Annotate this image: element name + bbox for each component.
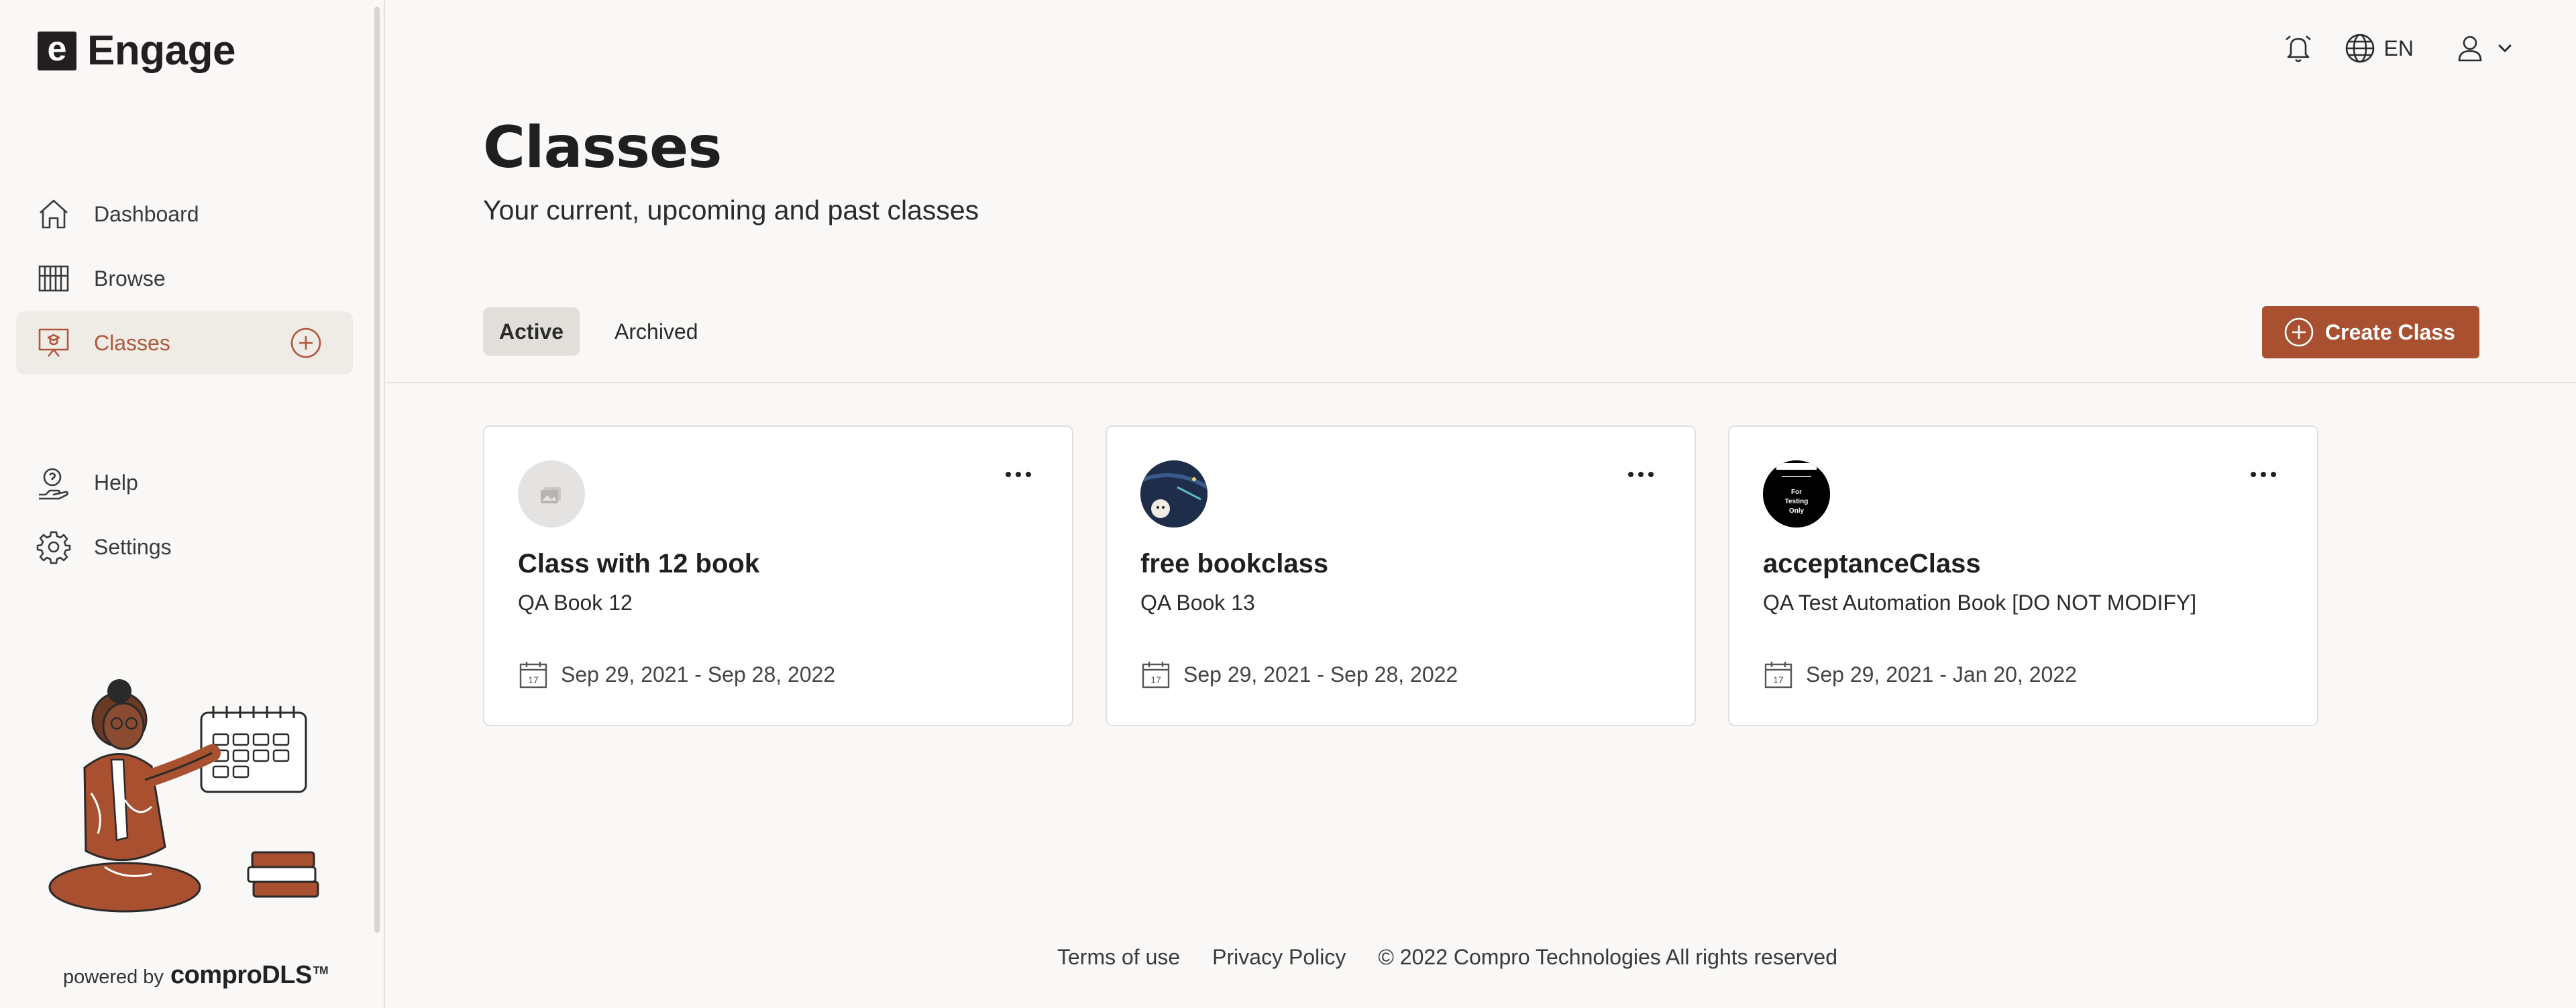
add-class-icon[interactable] xyxy=(290,327,322,359)
app-root: e Engage Dashboard Browse Classes Help S… xyxy=(0,0,2576,1008)
class-title[interactable]: Class with 12 book xyxy=(518,549,759,579)
sidebar-item-dashboard[interactable]: Dashboard xyxy=(16,183,353,246)
class-dates: 17 Sep 29, 2021 - Sep 28, 2022 xyxy=(1140,659,1458,690)
language-selector[interactable]: EN xyxy=(2344,32,2414,64)
globe-icon xyxy=(2345,34,2374,63)
calendar-day: 17 xyxy=(1773,674,1784,685)
comprodls-logo-text: comproDLS xyxy=(170,961,312,989)
class-date-range: Sep 29, 2021 - Sep 28, 2022 xyxy=(561,662,836,687)
class-date-range: Sep 29, 2021 - Jan 20, 2022 xyxy=(1806,662,2077,687)
language-label: EN xyxy=(2383,36,2414,60)
tab-active[interactable]: Active xyxy=(483,307,580,356)
card-more-button[interactable] xyxy=(2245,464,2282,485)
cover-line: For xyxy=(1791,489,1802,496)
class-title[interactable]: free bookclass xyxy=(1140,549,1328,579)
help-icon xyxy=(39,468,68,500)
class-thumbnail xyxy=(1140,460,1208,527)
calendar-icon: 17 xyxy=(519,662,547,689)
more-icon xyxy=(2251,472,2276,477)
user-icon xyxy=(2458,36,2482,62)
powered-by-label: powered by xyxy=(63,966,164,988)
books-icon xyxy=(38,265,69,292)
class-card[interactable]: For Testing Only acceptanceClass QA Test… xyxy=(1728,425,2318,726)
page-subtitle: Your current, upcoming and past classes xyxy=(483,195,979,225)
create-class-button[interactable]: Create Class xyxy=(2262,306,2479,358)
sidebar-item-settings[interactable]: Settings xyxy=(16,515,353,578)
calendar-day: 17 xyxy=(528,674,539,685)
gear-icon xyxy=(36,531,71,564)
comprodls-logo: comproDLS TM xyxy=(170,961,328,990)
class-date-range: Sep 29, 2021 - Sep 28, 2022 xyxy=(1183,662,1458,687)
brand-name: Engage xyxy=(87,28,235,74)
class-title[interactable]: acceptanceClass xyxy=(1763,549,1981,579)
terms-link[interactable]: Terms of use xyxy=(1057,945,1180,970)
class-tabs: Active Archived xyxy=(483,307,733,356)
sidebar-scrollbar[interactable] xyxy=(374,7,380,933)
class-dates: 17 Sep 29, 2021 - Jan 20, 2022 xyxy=(1763,659,2077,690)
book-cover-thumbnail: For Testing Only xyxy=(1763,460,1830,527)
sidebar-item-label: Browse xyxy=(94,266,166,291)
notifications-button[interactable] xyxy=(2279,30,2317,67)
sidebar-nav: Dashboard Browse Classes Help Settings xyxy=(16,183,353,580)
user-menu[interactable] xyxy=(2455,34,2516,63)
plus-circle-icon xyxy=(2284,317,2314,347)
sidebar-item-help[interactable]: Help xyxy=(16,451,353,514)
sidebar-item-label: Dashboard xyxy=(94,201,199,226)
chevron-down-icon xyxy=(2498,44,2512,52)
class-book: QA Test Automation Book [DO NOT MODIFY] xyxy=(1763,591,2197,615)
teacher-illustration xyxy=(48,679,319,913)
presentation-icon xyxy=(38,328,69,357)
class-thumbnail: For Testing Only xyxy=(1763,460,1830,527)
book-cover-thumbnail xyxy=(1140,460,1208,527)
sidebar-item-label: Help xyxy=(94,470,138,495)
cover-line: Only xyxy=(1789,507,1805,515)
create-class-label: Create Class xyxy=(2325,319,2455,344)
copyright-text: © 2022 Compro Technologies All rights re… xyxy=(1378,945,1838,969)
powered-by: powered by comproDLS TM xyxy=(63,961,328,990)
page-title: Classes xyxy=(483,114,722,181)
content-divider xyxy=(386,382,2576,383)
sidebar-item-classes[interactable]: Classes xyxy=(16,311,353,374)
trademark: TM xyxy=(313,965,329,977)
sidebar-item-browse[interactable]: Browse xyxy=(16,247,353,310)
tab-archived[interactable]: Archived xyxy=(598,307,714,356)
card-more-button[interactable] xyxy=(1622,464,1660,485)
calendar-icon: 17 xyxy=(1764,662,1792,689)
class-card[interactable]: Class with 12 book QA Book 12 17 Sep 29,… xyxy=(483,425,1073,726)
cover-line: Testing xyxy=(1785,498,1809,505)
class-card[interactable]: free bookclass QA Book 13 17 Sep 29, 202… xyxy=(1106,425,1696,726)
more-icon xyxy=(1006,472,1031,477)
privacy-link[interactable]: Privacy Policy xyxy=(1212,945,1346,970)
class-book: QA Book 13 xyxy=(1140,591,1255,615)
home-icon xyxy=(40,199,68,229)
brand-logo[interactable]: e Engage xyxy=(38,27,235,74)
header-actions: EN xyxy=(2279,30,2516,67)
placeholder-image-icon xyxy=(541,487,561,503)
calendar-day: 17 xyxy=(1150,674,1161,685)
class-book: QA Book 12 xyxy=(518,591,633,615)
class-thumbnail xyxy=(518,460,585,527)
card-more-button[interactable] xyxy=(1000,464,1037,485)
sidebar: e Engage Dashboard Browse Classes Help S… xyxy=(0,0,385,1008)
calendar-icon: 17 xyxy=(1142,662,1170,689)
sidebar-item-label: Settings xyxy=(94,534,172,559)
brand-mark: e xyxy=(38,31,76,70)
footer: Terms of use Privacy Policy © 2022 Compr… xyxy=(1057,945,1837,970)
class-dates: 17 Sep 29, 2021 - Sep 28, 2022 xyxy=(518,659,835,690)
alarm-bell-icon xyxy=(2285,36,2311,62)
more-icon xyxy=(1628,472,1654,477)
sidebar-item-label: Classes xyxy=(94,330,170,355)
